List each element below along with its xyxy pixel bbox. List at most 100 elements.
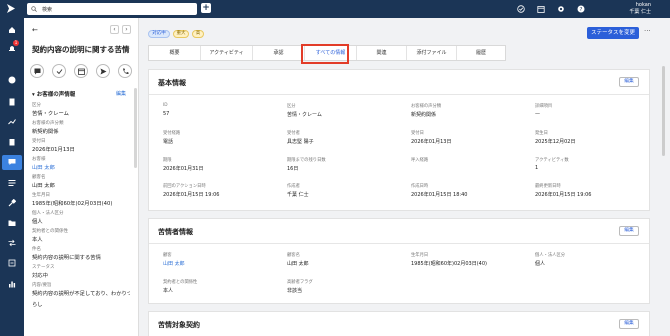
send-icon bbox=[100, 68, 107, 75]
app-logo-icon[interactable] bbox=[7, 4, 15, 13]
field-label: お客様の声分類 bbox=[411, 104, 442, 109]
svg-text:?: ? bbox=[580, 7, 583, 13]
side-rail bbox=[0, 18, 24, 336]
field-value: 新契約関係 bbox=[32, 129, 59, 135]
field-label: 高齢者フラグ bbox=[287, 280, 313, 285]
field-value: 16日 bbox=[287, 166, 299, 172]
field-value-link[interactable]: 山田 太郎 bbox=[163, 260, 185, 267]
field-label: アクティビティ数 bbox=[535, 158, 569, 163]
gavel-icon[interactable] bbox=[8, 199, 16, 207]
section-customer-voice-title[interactable]: ▾ お客様の声情報 bbox=[32, 90, 75, 98]
field-label: 作成日時 bbox=[411, 184, 429, 189]
scrollbar[interactable] bbox=[662, 66, 665, 156]
field-value: 山田 太郎 bbox=[287, 261, 309, 267]
highlight-annotation bbox=[301, 44, 349, 64]
arrows-icon[interactable] bbox=[8, 239, 16, 247]
section-customer-voice-label: お客様の声情報 bbox=[36, 92, 76, 98]
comment-icon bbox=[34, 68, 41, 75]
tab-related[interactable]: 関連 bbox=[357, 46, 407, 60]
field-label: お客様 bbox=[32, 157, 46, 162]
chat-icon[interactable] bbox=[8, 158, 16, 166]
field-value: 1985年(昭和60年)02月03日(40) bbox=[411, 261, 487, 267]
change-status-button[interactable]: ステータスを変更 bbox=[587, 27, 639, 39]
field-label: 受付経路 bbox=[163, 131, 181, 136]
record-summary-panel: ← ‹ › 契約内容の説明に関する苦情 ▾ お客様の声情報 編集 区分 苦情・クレ… bbox=[24, 18, 139, 336]
field-value: 千葉 仁士 bbox=[287, 192, 309, 198]
check-icon bbox=[56, 69, 63, 75]
schedule-button[interactable] bbox=[74, 64, 88, 78]
field-value: 2026年01月15日 19:06 bbox=[535, 192, 592, 198]
notification-badge: 1 bbox=[13, 40, 19, 46]
scrollbar[interactable] bbox=[134, 88, 137, 168]
field-value: らし bbox=[32, 302, 43, 308]
gear-icon[interactable] bbox=[557, 5, 565, 13]
contract-edit-button[interactable]: 編集 bbox=[619, 319, 639, 329]
field-value: 苦情・クレーム bbox=[287, 112, 322, 118]
next-record-button[interactable]: › bbox=[122, 25, 131, 34]
home-icon[interactable] bbox=[8, 26, 16, 34]
edit-link[interactable]: 編集 bbox=[116, 90, 126, 97]
field-value: 1 bbox=[535, 165, 539, 171]
field-value: 電話 bbox=[163, 139, 174, 145]
tab-history[interactable]: 履歴 bbox=[457, 46, 505, 60]
search-placeholder: 検索 bbox=[42, 7, 53, 13]
field-label: 前回のアクション日時 bbox=[163, 184, 206, 189]
help-icon[interactable]: ? bbox=[577, 5, 585, 13]
field-label: 生年月日 bbox=[32, 193, 50, 198]
calendar-icon[interactable] bbox=[537, 5, 545, 13]
back-arrow-icon[interactable]: ← bbox=[32, 26, 38, 34]
more-options-icon[interactable]: ··· bbox=[644, 27, 651, 35]
field-value: 2026年01月31日 bbox=[163, 166, 204, 172]
check-circle-icon[interactable] bbox=[517, 5, 525, 13]
field-label: 個人・法人区分 bbox=[535, 253, 566, 258]
field-value: 個人 bbox=[535, 261, 546, 267]
complainant-info-title: 苦情者情報 bbox=[158, 228, 193, 236]
complainant-edit-button[interactable]: 編集 bbox=[619, 226, 639, 236]
top-bar: 検索 + ? hokan 千葉 仁士 bbox=[0, 0, 670, 18]
tab-activity[interactable]: アクティビティ bbox=[201, 46, 253, 60]
search-icon bbox=[31, 6, 37, 12]
field-value-link[interactable]: 山田 太郎 bbox=[32, 163, 130, 171]
bar-chart-icon[interactable] bbox=[8, 280, 16, 288]
list-icon[interactable] bbox=[8, 179, 16, 187]
complainant-info-card: 苦情者情報 編集 顧客 山田 太郎 顧客名 山田 太郎 生年月日 1985年(昭和60年)… bbox=[148, 218, 650, 304]
folder-icon[interactable] bbox=[8, 219, 16, 227]
field-label: 件名 bbox=[32, 247, 41, 252]
field-label: 詳細項目 bbox=[535, 104, 553, 109]
call-button[interactable] bbox=[118, 64, 132, 78]
field-label: 顧客名 bbox=[287, 253, 300, 258]
comment-button[interactable] bbox=[30, 64, 44, 78]
tab-overview[interactable]: 概要 bbox=[149, 46, 201, 60]
person-icon[interactable] bbox=[8, 76, 16, 84]
field-value: 非該当 bbox=[287, 288, 303, 294]
user-menu[interactable]: hokan 千葉 仁士 bbox=[617, 2, 651, 15]
divider bbox=[149, 243, 649, 244]
field-value: 2026年01月15日 18:40 bbox=[411, 192, 468, 198]
field-value: 2026年01月15日 19:06 bbox=[163, 192, 220, 198]
tab-approval[interactable]: 承認 bbox=[253, 46, 305, 60]
send-button[interactable] bbox=[96, 64, 110, 78]
field-value: 契約内容の説明が不足しており、わかりづ bbox=[32, 291, 130, 297]
field-value: 57 bbox=[163, 111, 170, 117]
field-label: 最終更新日時 bbox=[535, 184, 561, 189]
field-value: 本人 bbox=[163, 288, 174, 294]
settings-icon[interactable] bbox=[8, 259, 16, 267]
field-value: 契約内容の説明に関する苦情 bbox=[32, 255, 101, 261]
field-label: 呼入経路 bbox=[411, 158, 429, 163]
field-label: 発生日 bbox=[535, 131, 548, 136]
basic-info-edit-button[interactable]: 編集 bbox=[619, 77, 639, 87]
complete-button[interactable] bbox=[52, 64, 66, 78]
field-value: 本人 bbox=[32, 237, 43, 243]
search-input[interactable]: 検索 bbox=[27, 3, 197, 15]
document-icon[interactable] bbox=[8, 98, 16, 106]
field-label: 契約者との関係性 bbox=[32, 229, 68, 234]
field-value: 具志堅 陽子 bbox=[287, 139, 314, 145]
add-button[interactable]: + bbox=[201, 3, 211, 13]
prev-record-button[interactable]: ‹ bbox=[110, 25, 119, 34]
chart-icon[interactable] bbox=[8, 118, 16, 126]
tab-attachments[interactable]: 添付ファイル bbox=[407, 46, 457, 60]
clipboard-icon[interactable] bbox=[8, 138, 16, 146]
field-label: ID bbox=[163, 103, 168, 108]
field-value: 2026年01月13日 bbox=[32, 147, 75, 153]
priority-tag: 高 bbox=[192, 30, 204, 38]
